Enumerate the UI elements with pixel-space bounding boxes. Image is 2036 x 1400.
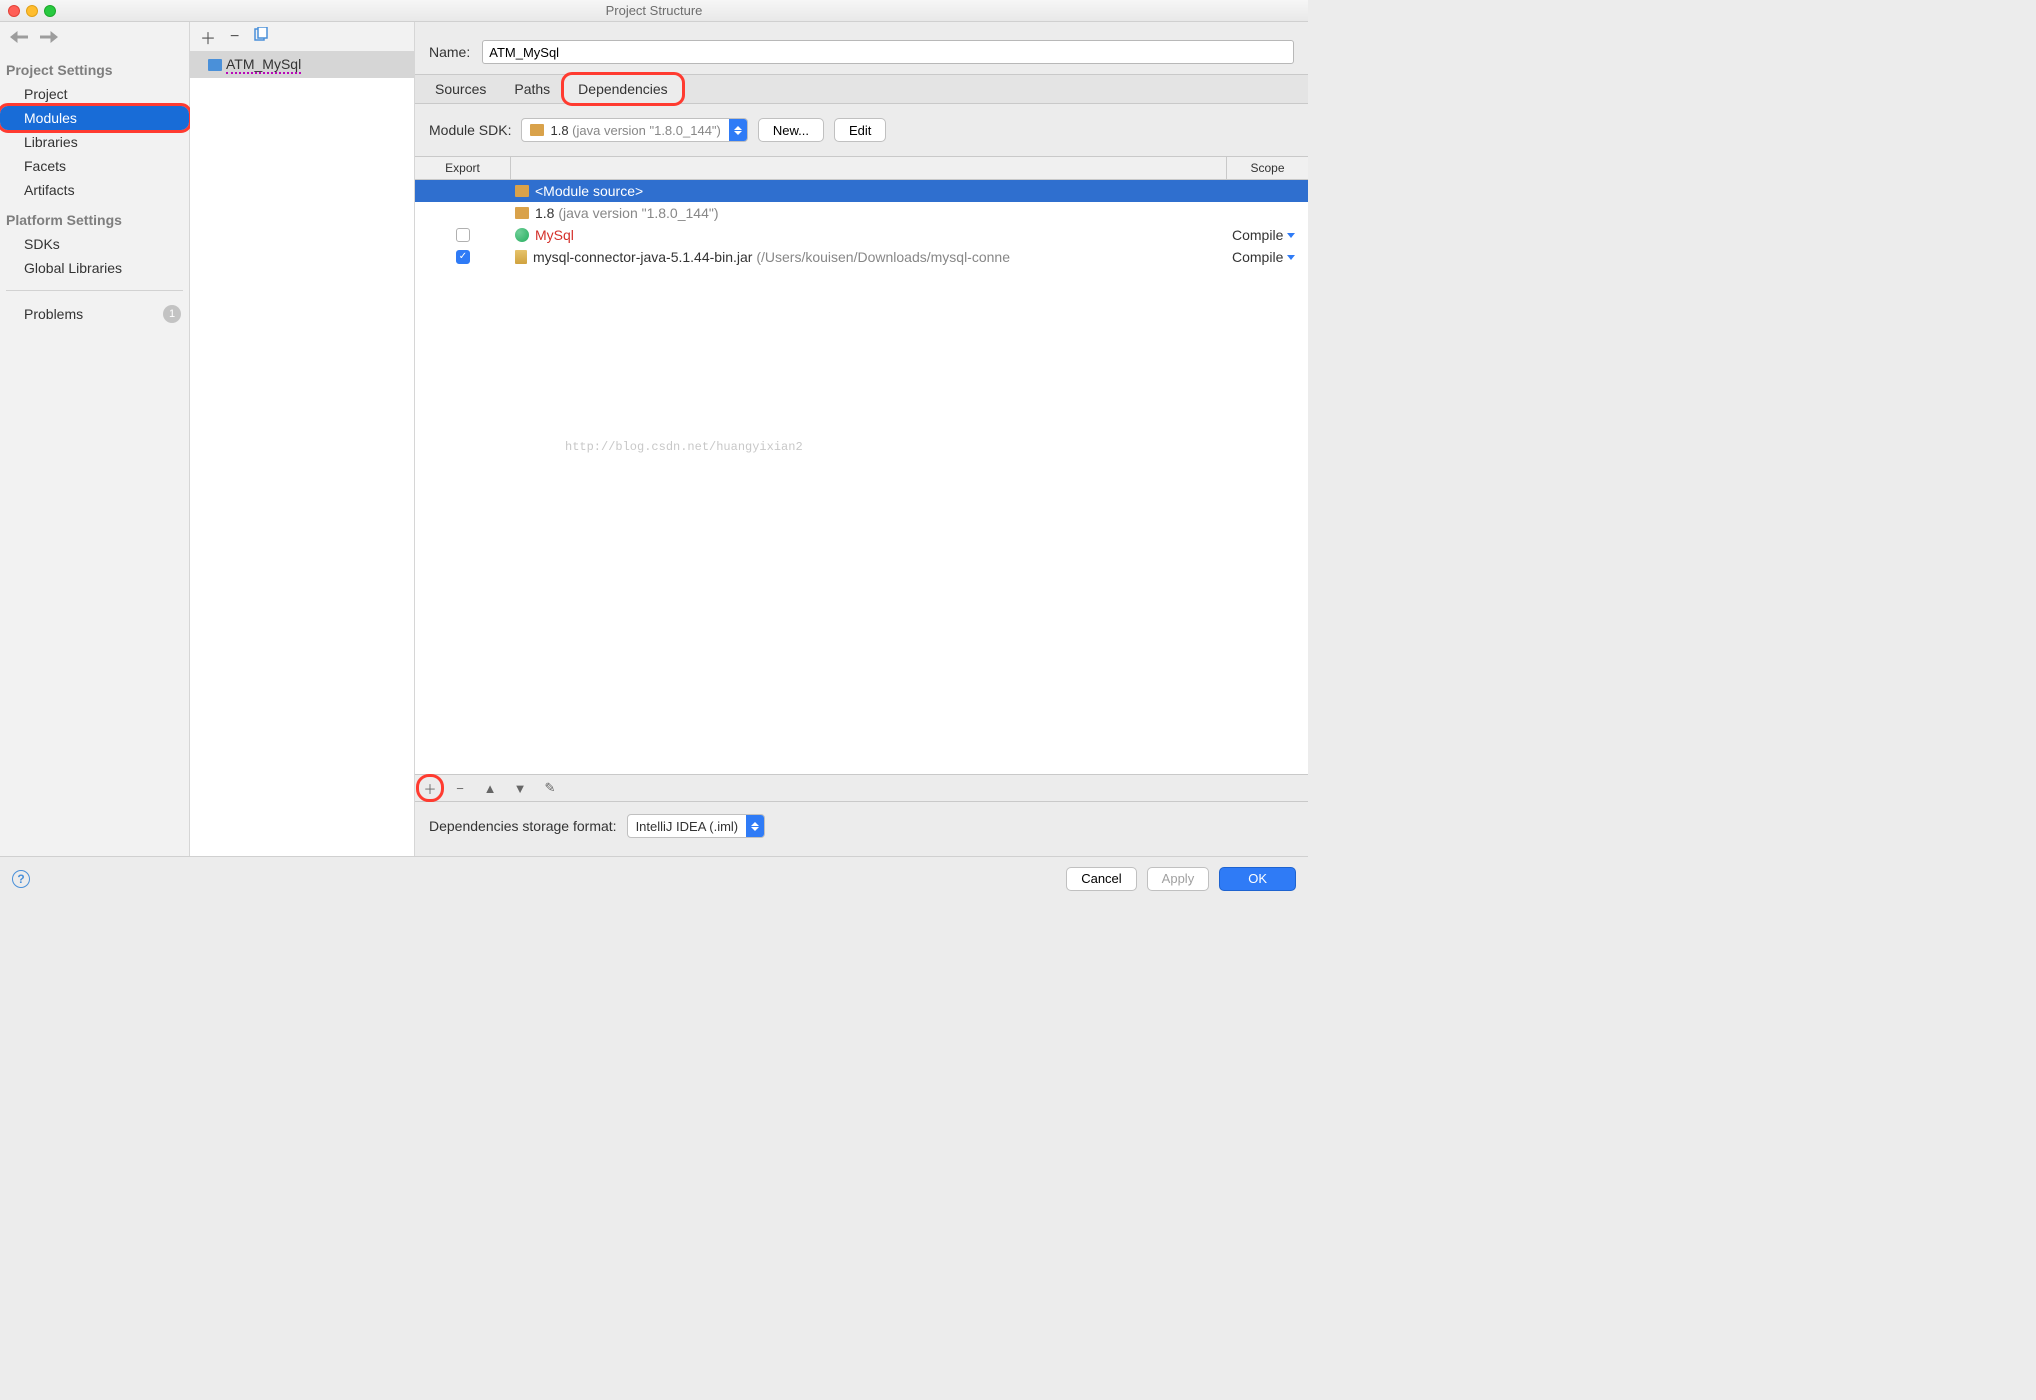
add-module-button[interactable]: ＋ (200, 25, 216, 49)
chevron-down-icon (1287, 255, 1295, 260)
title-bar: Project Structure (0, 0, 1308, 22)
maximize-window-icon[interactable] (44, 5, 56, 17)
export-checkbox[interactable] (456, 250, 470, 264)
folder-icon (515, 185, 529, 197)
module-sdk-label: Module SDK: (429, 122, 511, 138)
forward-icon[interactable] (40, 30, 58, 44)
sidebar-separator (6, 290, 183, 291)
sidebar-item-artifacts[interactable]: Artifacts (0, 178, 189, 202)
problems-count-badge: 1 (163, 305, 181, 323)
storage-format-select[interactable]: IntelliJ IDEA (.iml) (627, 814, 766, 838)
remove-dependency-button[interactable]: − (451, 779, 469, 797)
watermark: http://blog.csdn.net/huangyixian2 (565, 440, 803, 454)
help-button[interactable]: ? (12, 870, 30, 888)
sdk-value: 1.8 (550, 123, 572, 138)
module-list-item[interactable]: ATM_MySql (190, 52, 414, 78)
column-name[interactable] (511, 157, 1226, 179)
column-scope[interactable]: Scope (1226, 157, 1308, 179)
dropdown-stepper-icon (729, 119, 747, 141)
dep-name: 1.8 (535, 205, 558, 221)
scope-value[interactable]: Compile (1232, 249, 1283, 265)
project-settings-header: Project Settings (0, 52, 189, 82)
dependencies-table: Export Scope <Module source> 1.8 (java v… (415, 156, 1308, 802)
column-export[interactable]: Export (415, 157, 511, 179)
module-icon (208, 59, 222, 71)
sdk-icon (530, 124, 544, 136)
platform-settings-header: Platform Settings (0, 202, 189, 232)
tab-sources[interactable]: Sources (421, 75, 500, 103)
edit-dependency-button[interactable]: ✎ (541, 779, 559, 797)
new-sdk-button[interactable]: New... (758, 118, 824, 142)
tab-paths[interactable]: Paths (500, 75, 564, 103)
module-name: ATM_MySql (226, 56, 301, 74)
dep-detail: (java version "1.8.0_144") (558, 205, 718, 221)
back-icon[interactable] (10, 30, 28, 44)
module-name-input[interactable] (482, 40, 1294, 64)
ok-button[interactable]: OK (1219, 867, 1296, 891)
sidebar-item-facets[interactable]: Facets (0, 154, 189, 178)
cancel-button[interactable]: Cancel (1066, 867, 1136, 891)
table-row[interactable]: 1.8 (java version "1.8.0_144") (415, 202, 1308, 224)
table-row[interactable]: MySql Compile (415, 224, 1308, 246)
module-details: Name: Sources Paths Dependencies Module … (415, 22, 1308, 856)
table-row[interactable]: <Module source> (415, 180, 1308, 202)
folder-icon (515, 207, 529, 219)
jar-icon (515, 250, 527, 264)
sidebar-item-sdks[interactable]: SDKs (0, 232, 189, 256)
move-up-button[interactable]: ▲ (481, 779, 499, 797)
dep-name: MySql (535, 227, 574, 243)
storage-format-value: IntelliJ IDEA (.iml) (636, 819, 739, 834)
copy-module-button[interactable] (253, 27, 269, 46)
sidebar-item-problems-label: Problems (24, 306, 83, 322)
close-window-icon[interactable] (8, 5, 20, 17)
tab-bar: Sources Paths Dependencies (415, 74, 1308, 104)
dialog-button-bar: ? Cancel Apply OK (0, 856, 1308, 900)
remove-module-button[interactable]: − (230, 28, 239, 46)
name-label: Name: (429, 44, 470, 60)
dep-name: mysql-connector-java-5.1.44-bin.jar (533, 249, 756, 265)
storage-format-label: Dependencies storage format: (429, 818, 617, 834)
move-down-button[interactable]: ▼ (511, 779, 529, 797)
sidebar-item-global-libraries[interactable]: Global Libraries (0, 256, 189, 280)
tab-dependencies[interactable]: Dependencies (564, 75, 682, 103)
sidebar: Project Settings Project Modules Librari… (0, 22, 190, 856)
sidebar-item-project[interactable]: Project (0, 82, 189, 106)
chevron-down-icon (1287, 233, 1295, 238)
globe-icon (515, 228, 529, 242)
dropdown-stepper-icon (746, 815, 764, 837)
edit-sdk-button[interactable]: Edit (834, 118, 886, 142)
add-dependency-button[interactable]: ＋ (421, 779, 439, 797)
dep-name: <Module source> (535, 183, 643, 199)
sdk-value-detail: (java version "1.8.0_144") (572, 123, 721, 138)
sidebar-item-modules[interactable]: Modules (0, 106, 189, 130)
module-sdk-select[interactable]: 1.8 (java version "1.8.0_144") (521, 118, 747, 142)
sidebar-item-problems[interactable]: Problems 1 (0, 301, 189, 327)
module-list: ＋ − ATM_MySql (190, 22, 415, 856)
table-row[interactable]: mysql-connector-java-5.1.44-bin.jar (/Us… (415, 246, 1308, 268)
sidebar-item-libraries[interactable]: Libraries (0, 130, 189, 154)
window-title: Project Structure (606, 3, 703, 18)
scope-value[interactable]: Compile (1232, 227, 1283, 243)
dep-path: (/Users/kouisen/Downloads/mysql-conne (756, 249, 1010, 265)
minimize-window-icon[interactable] (26, 5, 38, 17)
export-checkbox[interactable] (456, 228, 470, 242)
apply-button[interactable]: Apply (1147, 867, 1210, 891)
